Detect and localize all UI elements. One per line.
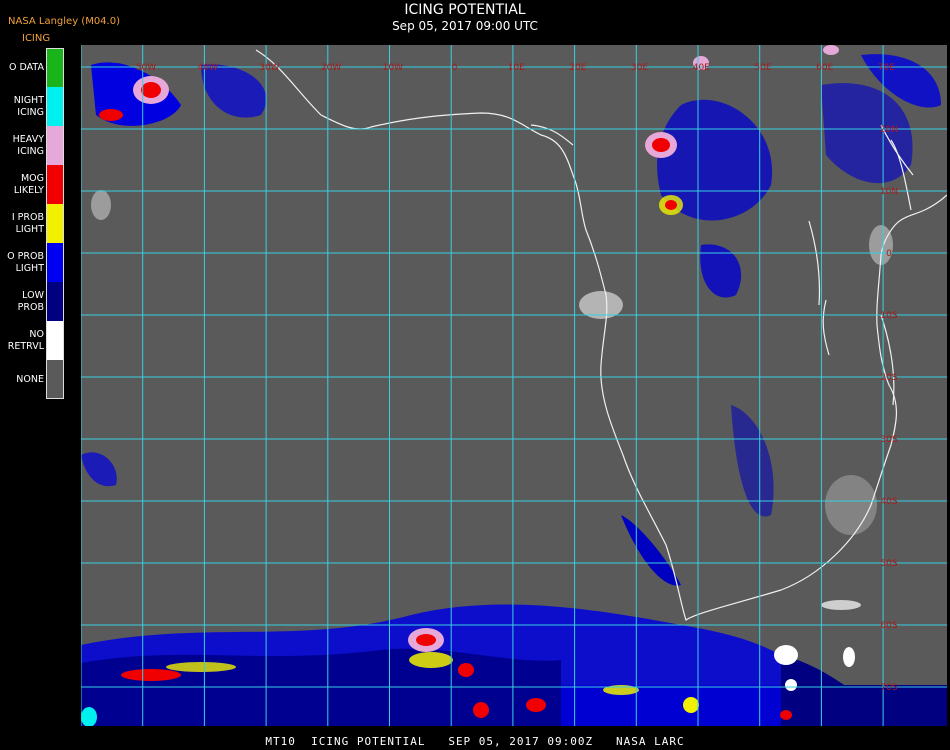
map-canvas: 50W 40W 30W 20W 10W 0 10E 20E 30E 40E 50E 60E 70E 20N… bbox=[81, 45, 947, 726]
longitude-label: 40W bbox=[198, 63, 218, 73]
legend-label: NONE bbox=[16, 373, 44, 385]
legend-item: O DATA bbox=[0, 48, 66, 87]
latitude-label: 60S bbox=[880, 621, 897, 631]
legend-swatch bbox=[46, 165, 64, 204]
product-label: ICING bbox=[22, 33, 51, 44]
legend-label: MOG LIKELY bbox=[13, 172, 44, 196]
latitude-label: 0 bbox=[886, 249, 892, 259]
color-legend: O DATA NIGHT ICING HEAVY ICING MOG LIKEL… bbox=[0, 48, 66, 399]
legend-swatch bbox=[46, 204, 64, 243]
latitude-label: 70S bbox=[880, 683, 897, 693]
longitude-label: 70E bbox=[878, 63, 895, 73]
legend-label: I PROB LIGHT bbox=[11, 211, 44, 235]
legend-item: I PROB LIGHT bbox=[0, 204, 66, 243]
legend-label: HEAVY ICING bbox=[12, 133, 44, 157]
legend-item: NIGHT ICING bbox=[0, 87, 66, 126]
latitude-label: 10N bbox=[880, 187, 898, 197]
latitude-label: 30S bbox=[880, 435, 897, 445]
legend-label: O DATA bbox=[9, 61, 44, 73]
latitude-label: 20N bbox=[880, 125, 898, 135]
legend-swatch bbox=[46, 48, 64, 87]
legend-swatch bbox=[46, 126, 64, 165]
map-timestamp: Sep 05, 2017 09:00 UTC bbox=[392, 19, 538, 33]
legend-item: MOG LIKELY bbox=[0, 165, 66, 204]
legend-label: NO RETRVL bbox=[7, 328, 44, 352]
latitude-label: 20S bbox=[880, 373, 897, 383]
legend-label: NIGHT ICING bbox=[13, 94, 44, 118]
footer-caption: MT10 ICING POTENTIAL SEP 05, 2017 09:00Z… bbox=[265, 735, 685, 748]
legend-item: NO RETRVL bbox=[0, 321, 66, 360]
legend-item: HEAVY ICING bbox=[0, 126, 66, 165]
latitude-label: 40S bbox=[880, 497, 897, 507]
legend-swatch bbox=[46, 282, 64, 321]
latitude-label: 50S bbox=[880, 559, 897, 569]
longitude-label: 50W bbox=[136, 63, 156, 73]
legend-item: NONE bbox=[0, 360, 66, 399]
legend-item: O PROB LIGHT bbox=[0, 243, 66, 282]
longitude-label: 20W bbox=[321, 63, 341, 73]
longitude-label: 30E bbox=[631, 63, 648, 73]
longitude-label: 20E bbox=[569, 63, 586, 73]
legend-swatch bbox=[46, 243, 64, 282]
legend-swatch bbox=[46, 87, 64, 126]
icing-map: 50W 40W 30W 20W 10W 0 10E 20E 30E 40E 50E 60E 70E 20N… bbox=[81, 45, 947, 726]
icing-fields bbox=[81, 45, 947, 726]
longitude-label: 30W bbox=[259, 63, 279, 73]
longitude-label: 50E bbox=[754, 63, 771, 73]
longitude-label: 60E bbox=[816, 63, 833, 73]
longitude-label: 0 bbox=[452, 63, 458, 73]
map-title: ICING POTENTIAL bbox=[404, 2, 526, 18]
latitude-label: 10S bbox=[880, 311, 897, 321]
legend-item: LOW PROB bbox=[0, 282, 66, 321]
grid-labels: 50W 40W 30W 20W 10W 0 10E 20E 30E 40E 50E 60E 70E 20N… bbox=[136, 63, 898, 693]
legend-swatch bbox=[46, 360, 64, 399]
legend-label: LOW PROB bbox=[17, 289, 44, 313]
legend-swatch bbox=[46, 321, 64, 360]
organization-label: NASA Langley (M04.0) bbox=[8, 16, 120, 27]
longitude-label: 10E bbox=[508, 63, 525, 73]
longitude-label: 10W bbox=[383, 63, 403, 73]
longitude-label: 40E bbox=[693, 63, 710, 73]
legend-label: O PROB LIGHT bbox=[7, 250, 44, 274]
